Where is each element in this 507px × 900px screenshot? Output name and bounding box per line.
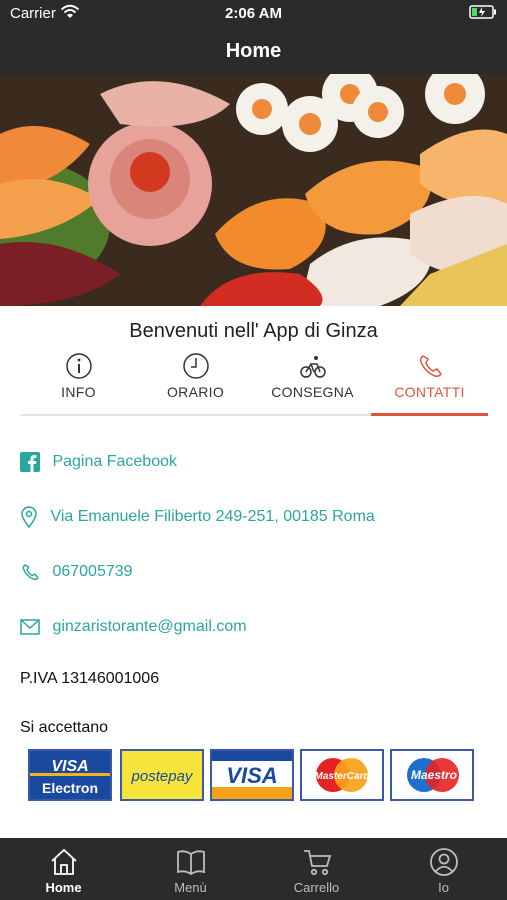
tabbar-menu[interactable]: Menù: [140, 838, 241, 900]
email-link[interactable]: ginzaristorante@gmail.com: [20, 618, 247, 636]
mail-icon: [20, 619, 40, 635]
cart-icon: [303, 850, 331, 876]
mastercard-logo: MasterCard: [302, 751, 382, 799]
visa-logo: VISA: [212, 751, 292, 799]
address-link[interactable]: Via Emanuele Filiberto 249-251, 00185 Ro…: [20, 506, 375, 528]
tabbar-menu-label: Menù: [174, 880, 207, 895]
info-icon: [65, 353, 92, 379]
tabbar-profile[interactable]: Io: [393, 838, 494, 900]
tabbar-home[interactable]: Home: [13, 838, 114, 900]
visa-card: VISA: [210, 749, 294, 801]
tab-consegna[interactable]: CONSEGNA: [254, 348, 371, 414]
tab-orario[interactable]: ORARIO: [137, 348, 254, 414]
svg-text:postepay: postepay: [131, 768, 194, 785]
tab-contatti[interactable]: CONTATTI: [371, 348, 488, 416]
tabbar-cart-label: Carrello: [293, 880, 340, 895]
page-title: Home: [225, 40, 282, 62]
home-icon: [50, 848, 77, 875]
payment-cards: VISA Electron postepay VISA MasterCard M…: [28, 749, 480, 805]
svg-text:MasterCard: MasterCard: [314, 771, 370, 782]
bottom-tab-bar: Home Menù Carrello Io: [0, 838, 507, 900]
mastercard-card: MasterCard: [300, 749, 384, 801]
clock-icon: [182, 353, 209, 379]
tabbar-profile-label: Io: [438, 880, 449, 895]
payments-heading: Si accettano: [20, 719, 109, 736]
facebook-link[interactable]: Pagina Facebook: [20, 452, 177, 472]
tab-info[interactable]: INFO: [20, 348, 137, 414]
svg-text:Maestro: Maestro: [411, 768, 457, 782]
vat-number: P.IVA 13146001006: [20, 670, 160, 687]
location-pin-icon: [21, 506, 37, 528]
status-bar: Carrier 2:06 AM: [0, 0, 507, 28]
tab-info-label: INFO: [61, 384, 96, 400]
user-icon: [429, 848, 458, 876]
sushi-photo: [0, 74, 507, 306]
tab-orario-label: ORARIO: [166, 384, 225, 400]
facebook-label: Pagina Facebook: [52, 453, 177, 470]
welcome-text: Benvenuti nell' App di Ginza: [129, 320, 378, 342]
maestro-logo: Maestro: [392, 751, 472, 799]
phone-icon: [22, 564, 39, 581]
hero-carousel[interactable]: [0, 74, 507, 306]
info-tabs: INFO ORARIO CONSEGNA CONTATTI: [20, 348, 488, 416]
tabbar-cart[interactable]: Carrello: [266, 838, 367, 900]
postepay-card: postepay: [120, 749, 204, 801]
clock-time: 2:06 AM: [225, 5, 282, 22]
maestro-card: Maestro: [390, 749, 474, 801]
book-icon: [176, 850, 205, 876]
phone-icon: [419, 355, 442, 377]
phone-label: 067005739: [52, 563, 133, 580]
svg-text:VISA: VISA: [51, 758, 88, 775]
postepay-logo: postepay: [122, 751, 202, 799]
tabbar-home-label: Home: [45, 880, 82, 895]
address-label: Via Emanuele Filiberto 249-251, 00185 Ro…: [50, 508, 375, 525]
visa-electron-card: VISA Electron: [28, 749, 112, 801]
tab-contatti-label: CONTATTI: [394, 384, 465, 400]
svg-text:VISA: VISA: [226, 763, 277, 788]
tab-consegna-label: CONSEGNA: [271, 384, 354, 400]
facebook-icon: [20, 452, 40, 472]
nav-bar: Home: [0, 28, 507, 74]
bicycle-icon: [299, 356, 326, 378]
phone-link[interactable]: 067005739: [20, 562, 133, 582]
battery-icon: [469, 5, 496, 19]
svg-text:Electron: Electron: [42, 780, 98, 796]
email-label: ginzaristorante@gmail.com: [52, 618, 247, 635]
visa-electron-logo: VISA Electron: [30, 751, 110, 799]
